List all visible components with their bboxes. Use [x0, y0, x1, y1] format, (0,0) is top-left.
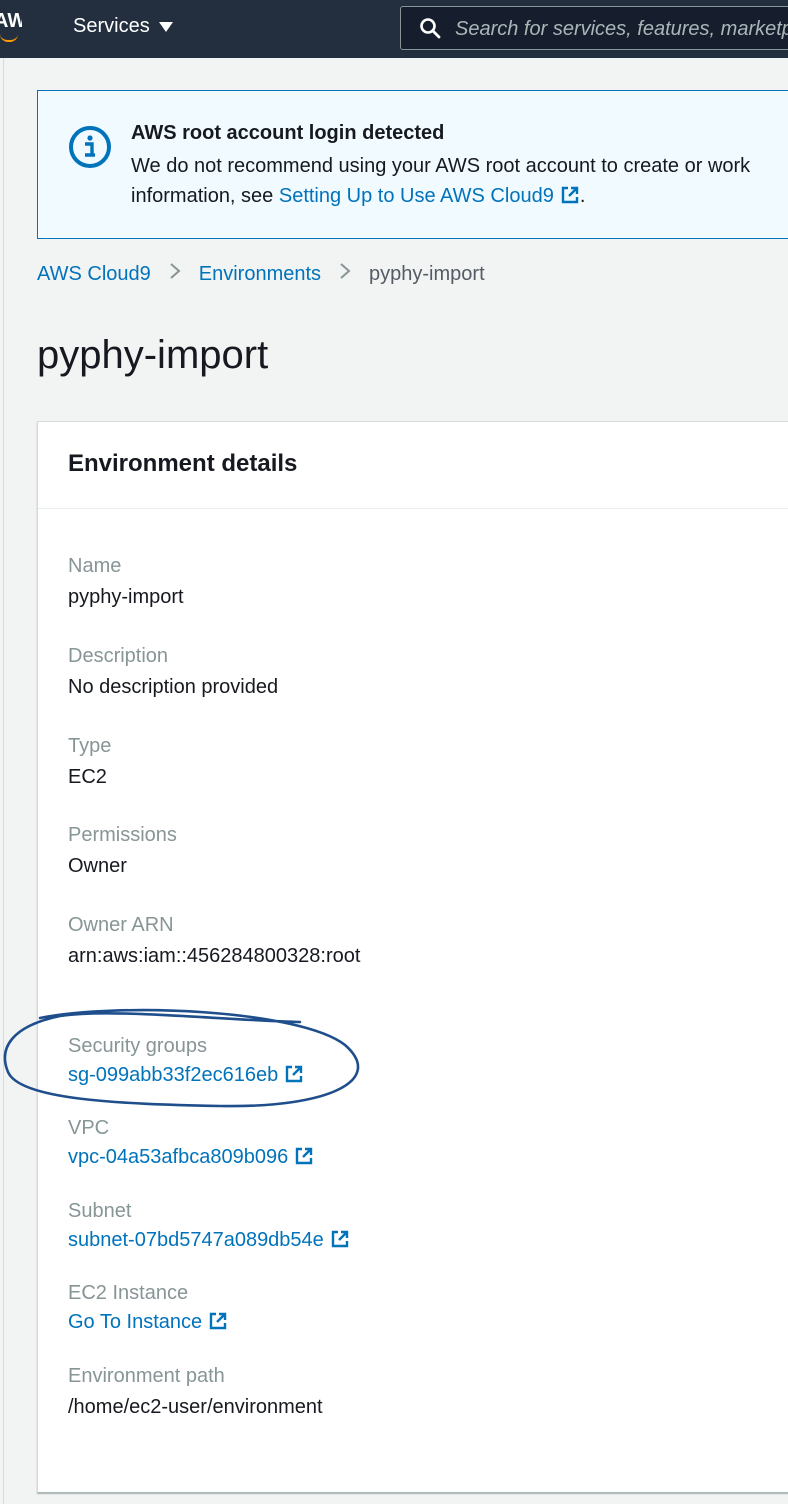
services-menu-button[interactable]: Services	[73, 15, 173, 38]
field-label: EC2 Instance	[68, 1282, 189, 1304]
subnet-link-text: subnet-07bd5747a089db54e	[68, 1229, 324, 1251]
field-vpc: VPC vpc-04a53afbca809b096	[68, 1117, 314, 1172]
external-link-icon	[208, 1311, 228, 1337]
setup-cloud9-link[interactable]: Setting Up to Use AWS Cloud9	[279, 185, 580, 207]
caret-down-icon	[158, 21, 173, 32]
field-value: No description provided	[68, 676, 279, 698]
field-value: arn:aws:iam::456284800328:root	[68, 945, 361, 967]
top-navigation: AWS Services	[0, 0, 788, 58]
field-name: Name pyphy-import	[68, 555, 184, 609]
go-to-instance-link[interactable]: Go To Instance	[68, 1311, 228, 1337]
field-description: Description No description provided	[68, 645, 278, 699]
security-group-link-text: sg-099abb33f2ec616eb	[68, 1064, 279, 1086]
security-group-link[interactable]: sg-099abb33f2ec616eb	[68, 1064, 304, 1090]
flash-title: AWS root account login detected	[131, 122, 445, 144]
info-icon	[68, 125, 112, 174]
field-label: Owner ARN	[68, 914, 174, 936]
field-value: Owner	[68, 855, 127, 877]
field-environment-path: Environment path /home/ec2-user/environm…	[68, 1365, 323, 1419]
field-type: Type EC2	[68, 735, 111, 789]
search-icon	[419, 17, 441, 44]
external-link-icon	[560, 184, 580, 214]
field-label: Security groups	[68, 1035, 207, 1057]
page-title: pyphy-import	[37, 333, 269, 377]
breadcrumb-aws-cloud9[interactable]: AWS Cloud9	[37, 263, 151, 286]
left-divider	[3, 58, 4, 1504]
field-value: /home/ec2-user/environment	[68, 1396, 323, 1418]
chevron-right-icon	[339, 262, 351, 286]
field-ec2-instance: EC2 Instance Go To Instance	[68, 1282, 228, 1337]
setup-cloud9-link-text: Setting Up to Use AWS Cloud9	[278, 185, 554, 207]
field-owner-arn: Owner ARN arn:aws:iam::456284800328:root	[68, 914, 360, 968]
breadcrumb-current: pyphy-import	[369, 262, 485, 285]
field-security-groups: Security groups sg-099abb33f2ec616eb	[68, 1035, 304, 1090]
panel-title: Environment details	[68, 450, 298, 477]
field-label: Name	[68, 555, 122, 577]
external-link-icon	[294, 1146, 314, 1172]
services-label: Services	[73, 15, 150, 37]
field-label: Type	[68, 735, 112, 757]
field-permissions: Permissions Owner	[68, 824, 177, 878]
panel-header: Environment details	[38, 422, 788, 509]
field-label: VPC	[68, 1117, 110, 1139]
field-subnet: Subnet subnet-07bd5747a089db54e	[68, 1200, 350, 1255]
vpc-link-text: vpc-04a53afbca809b096	[68, 1146, 289, 1168]
environment-details-panel: Environment details Name pyphy-import De…	[37, 421, 788, 1493]
field-label: Subnet	[68, 1200, 132, 1222]
flash-body-line1: We do not recommend using your AWS root …	[131, 155, 751, 177]
go-to-instance-link-text: Go To Instance	[68, 1311, 203, 1333]
breadcrumb-environments[interactable]: Environments	[199, 263, 321, 286]
aws-logo-text: AWS	[0, 10, 22, 32]
field-label: Description	[68, 645, 169, 667]
flash-body-suffix: .	[579, 185, 586, 207]
aws-logo-smile	[0, 34, 18, 42]
field-label: Permissions	[68, 824, 177, 846]
search-box[interactable]	[400, 6, 788, 50]
aws-logo[interactable]: AWS	[0, 10, 22, 48]
breadcrumb: AWS Cloud9 Environments pyphy-import	[37, 262, 485, 286]
chevron-right-icon	[169, 262, 181, 286]
root-login-flash: AWS root account login detected We do no…	[37, 90, 788, 239]
field-value: EC2	[68, 766, 107, 788]
external-link-icon	[330, 1229, 350, 1255]
field-label: Environment path	[68, 1365, 225, 1387]
flash-body: We do not recommend using your AWS root …	[131, 151, 788, 214]
field-value: pyphy-import	[68, 586, 184, 608]
subnet-link[interactable]: subnet-07bd5747a089db54e	[68, 1229, 350, 1255]
external-link-icon	[284, 1064, 304, 1090]
flash-body-prefix: information, see	[131, 185, 279, 207]
search-input[interactable]	[453, 13, 788, 45]
vpc-link[interactable]: vpc-04a53afbca809b096	[68, 1146, 314, 1172]
